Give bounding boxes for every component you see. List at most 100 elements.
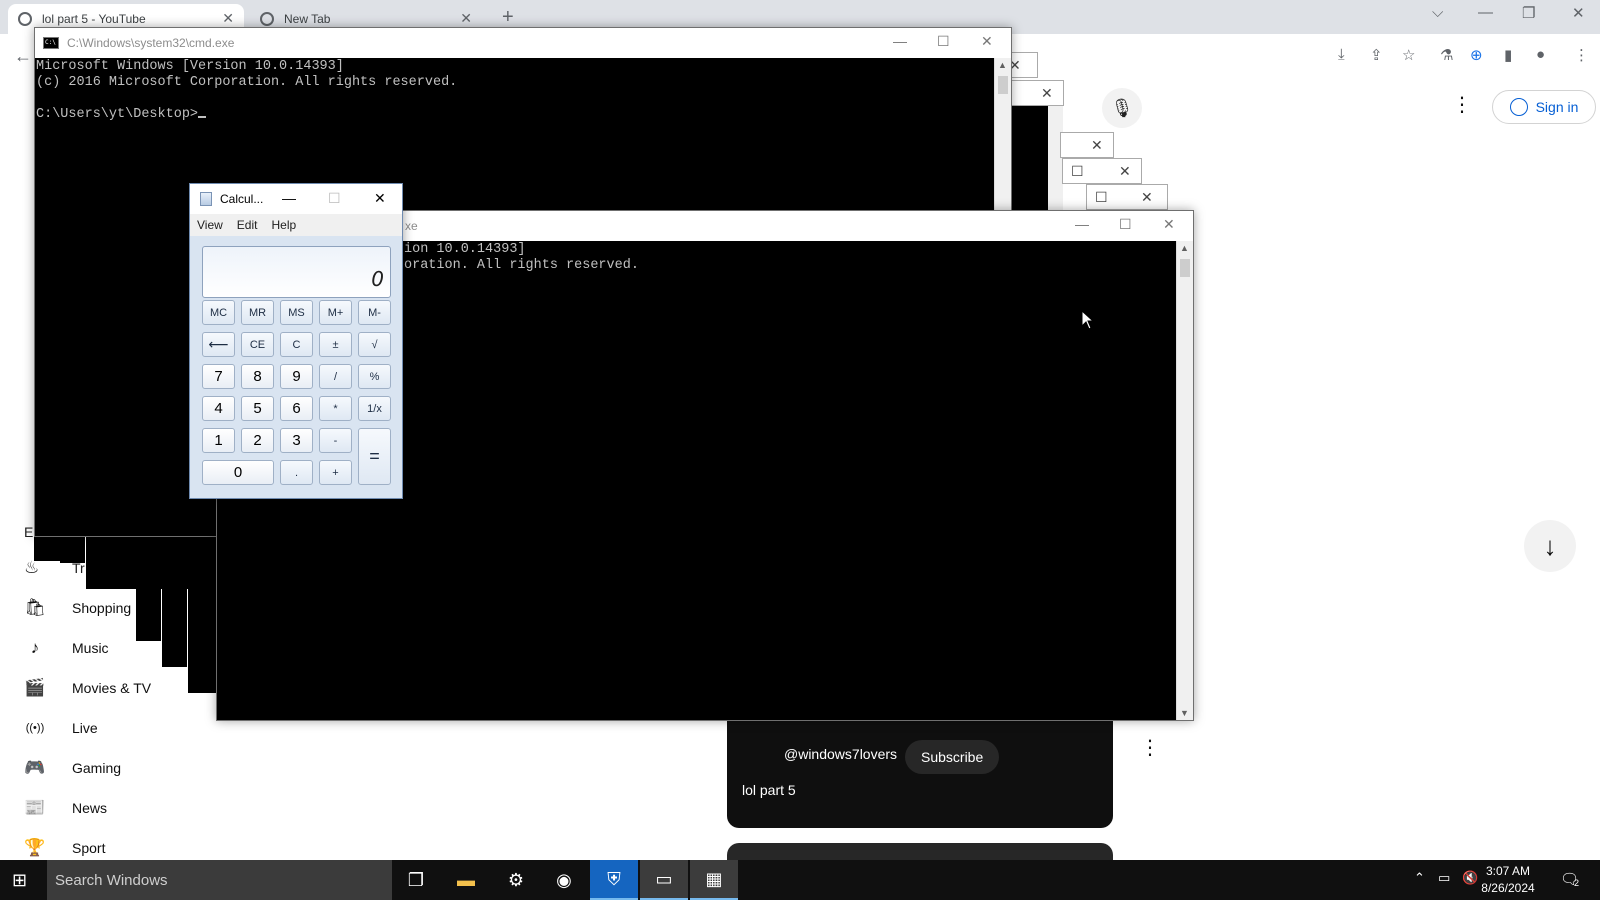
short-more-options-icon[interactable]: ⋮: [1140, 735, 1160, 760]
chrome-menu-icon[interactable]: ⋮: [1574, 46, 1589, 64]
network-icon[interactable]: ▭: [1438, 870, 1450, 886]
equals-button[interactable]: =: [358, 428, 391, 485]
sidebar-item-live[interactable]: ((•)) Live: [24, 710, 98, 746]
back-arrow-icon[interactable]: ←: [14, 46, 32, 67]
scroll-thumb[interactable]: [1180, 259, 1190, 277]
cmd-scrollbar[interactable]: ▲ ▼: [1176, 241, 1193, 720]
short-title[interactable]: lol part 5: [742, 782, 796, 798]
settings-menu-icon[interactable]: ⋮: [1452, 92, 1472, 117]
windows-start-icon[interactable]: ⊞: [12, 870, 27, 891]
scroll-down-icon[interactable]: ▼: [1180, 708, 1189, 718]
digit-2-button[interactable]: 2: [241, 428, 274, 453]
digit-7-button[interactable]: 7: [202, 364, 235, 389]
menu-edit[interactable]: Edit: [237, 218, 258, 232]
taskbar-clock[interactable]: 3:07 AM 8/26/2024: [1468, 863, 1548, 897]
stacked-window-console: [60, 537, 86, 563]
digit-4-button[interactable]: 4: [202, 396, 235, 421]
profile-icon[interactable]: ●: [1536, 46, 1545, 63]
square-root-button[interactable]: √: [358, 332, 391, 357]
sidebar-item-music[interactable]: ♪ Music: [24, 630, 109, 666]
digit-9-button[interactable]: 9: [280, 364, 313, 389]
scroll-thumb[interactable]: [998, 76, 1008, 94]
calculator-titlebar[interactable]: Calcul...: [190, 184, 402, 214]
close-icon[interactable]: ✕: [1163, 216, 1175, 233]
memory-subtract-button[interactable]: M-: [358, 300, 391, 325]
restore-icon[interactable]: ❐: [1522, 4, 1535, 22]
close-window-icon[interactable]: ✕: [1572, 4, 1585, 22]
clear-button[interactable]: C: [280, 332, 313, 357]
install-icon[interactable]: ⤓: [1338, 46, 1345, 63]
memory-add-button[interactable]: M+: [319, 300, 352, 325]
task-view-icon[interactable]: ❐: [392, 860, 440, 900]
digit-6-button[interactable]: 6: [280, 396, 313, 421]
sidebar-item-gaming[interactable]: 🎮 Gaming: [24, 750, 121, 786]
minimize-icon[interactable]: —: [1478, 4, 1493, 21]
new-tab-button[interactable]: +: [502, 6, 514, 29]
digit-0-button[interactable]: 0: [202, 460, 274, 485]
download-icon[interactable]: ⊕: [1470, 46, 1483, 64]
digit-5-button[interactable]: 5: [241, 396, 274, 421]
close-tab-icon[interactable]: ✕: [460, 10, 472, 27]
taskbar-search-box[interactable]: Search Windows: [47, 860, 392, 900]
defender-shield-icon[interactable]: ⛨: [590, 860, 638, 900]
multiply-button[interactable]: *: [319, 396, 352, 421]
calculator-window[interactable]: Calcul... — ☐ ✕ View Edit Help 0 MC MR M…: [189, 183, 403, 499]
trending-icon[interactable]: ♨: [24, 558, 39, 578]
add-button[interactable]: +: [319, 460, 352, 485]
digit-8-button[interactable]: 8: [241, 364, 274, 389]
settings-gear-icon[interactable]: ⚙: [492, 860, 540, 900]
scroll-up-icon[interactable]: ▲: [1180, 243, 1189, 253]
sidebar-item-news[interactable]: 📰 News: [24, 790, 107, 826]
file-explorer-icon[interactable]: ▬: [442, 860, 490, 900]
sign-in-button[interactable]: Sign in: [1492, 90, 1596, 124]
maximize-icon: ☐: [1095, 189, 1108, 205]
close-icon[interactable]: ✕: [374, 190, 386, 207]
extensions-icon[interactable]: ⚗: [1440, 46, 1453, 64]
calculator-taskbar-icon[interactable]: ▦: [690, 860, 738, 900]
scroll-up-icon[interactable]: ▲: [998, 60, 1007, 70]
cmd-titlebar[interactable]: C:\ C:\Windows\system32\cmd.exe: [35, 28, 1011, 58]
close-tab-icon[interactable]: ✕: [222, 10, 234, 27]
side-panel-icon[interactable]: ▮: [1504, 46, 1512, 64]
command-prompt-icon[interactable]: ▭: [640, 860, 688, 900]
digit-3-button[interactable]: 3: [280, 428, 313, 453]
tab-search-icon[interactable]: ⌵: [1432, 4, 1443, 21]
close-icon[interactable]: ✕: [981, 33, 993, 50]
decimal-button[interactable]: .: [280, 460, 313, 485]
menu-view[interactable]: View: [197, 218, 223, 232]
subscribe-button[interactable]: Subscribe: [905, 740, 1000, 774]
maximize-icon[interactable]: ☐: [937, 33, 950, 50]
memory-store-button[interactable]: MS: [280, 300, 313, 325]
stacked-window-console: [1010, 106, 1048, 216]
bookmark-star-icon[interactable]: ☆: [1402, 46, 1415, 64]
sidebar-item-movies-tv[interactable]: 🎬 Movies & TV: [24, 670, 151, 706]
memory-clear-button[interactable]: MC: [202, 300, 235, 325]
memory-recall-button[interactable]: MR: [241, 300, 274, 325]
share-icon[interactable]: ⇪: [1370, 46, 1383, 64]
live-broadcast-icon: ((•)): [25, 722, 45, 734]
maximize-icon: ☐: [328, 190, 341, 206]
minimize-icon[interactable]: —: [282, 190, 296, 206]
minimize-icon[interactable]: —: [893, 33, 907, 49]
backspace-button[interactable]: ⟵: [202, 332, 235, 357]
maximize-icon[interactable]: ☐: [1119, 216, 1132, 233]
minimize-icon[interactable]: —: [1075, 216, 1089, 232]
calculator-app-icon: [200, 192, 212, 206]
digit-1-button[interactable]: 1: [202, 428, 235, 453]
percent-button[interactable]: %: [358, 364, 391, 389]
negate-button[interactable]: ±: [319, 332, 352, 357]
music-note-icon: ♪: [30, 638, 40, 657]
sidebar-item-shopping[interactable]: 🛍 Shopping: [24, 590, 131, 626]
show-hidden-icons-icon[interactable]: ⌃: [1414, 870, 1425, 886]
newspaper-icon: 📰: [24, 798, 46, 817]
channel-handle[interactable]: @windows7lovers: [784, 746, 897, 762]
clear-entry-button[interactable]: CE: [241, 332, 274, 357]
menu-help[interactable]: Help: [271, 218, 296, 232]
reciprocal-button[interactable]: 1/x: [358, 396, 391, 421]
chrome-browser-icon[interactable]: ◉: [540, 860, 588, 900]
subtract-button[interactable]: -: [319, 428, 352, 453]
divide-button[interactable]: /: [319, 364, 352, 389]
scroll-down-arrow-icon[interactable]: ↓: [1524, 520, 1576, 572]
shopping-bag-icon: 🛍: [24, 598, 46, 617]
voice-search-mic-icon[interactable]: 🎙: [1102, 88, 1142, 128]
